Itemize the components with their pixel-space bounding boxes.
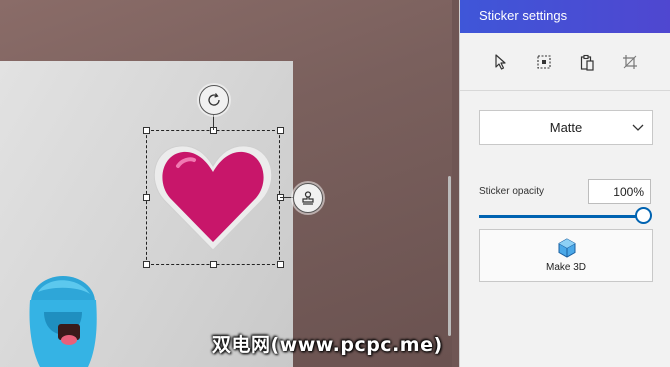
rotate-icon	[208, 93, 220, 106]
select-tool-button[interactable]	[491, 52, 511, 72]
blue-figure-model[interactable]	[18, 272, 108, 367]
stamp-connector	[280, 197, 293, 198]
stamp-button[interactable]	[293, 183, 323, 213]
clipboard-icon	[580, 54, 594, 71]
resize-handle-left[interactable]	[143, 194, 150, 201]
sticker-settings-panel: Sticker settings Matte Sticker opacity 1…	[459, 0, 670, 367]
resize-handle-top-left[interactable]	[143, 127, 150, 134]
opacity-input[interactable]: 100%	[588, 179, 651, 204]
opacity-slider-thumb[interactable]	[635, 207, 652, 224]
resize-handle-bottom-right[interactable]	[277, 261, 284, 268]
paste-tool-button[interactable]	[577, 52, 597, 72]
rotate-connector	[213, 113, 214, 130]
resize-handle-top-right[interactable]	[277, 127, 284, 134]
cursor-icon	[495, 54, 506, 70]
make-3d-button[interactable]: Make 3D	[479, 229, 653, 282]
canvas-area[interactable]: 双电网(www.pcpc.me)	[0, 0, 452, 367]
resize-handle-bottom-left[interactable]	[143, 261, 150, 268]
watermark-text: 双电网(www.pcpc.me)	[212, 334, 443, 356]
stamp-icon	[302, 191, 314, 205]
select-box-icon	[537, 55, 551, 69]
rotate-button[interactable]	[199, 85, 229, 115]
opacity-slider-fill	[479, 215, 643, 218]
crop-tool-button[interactable]	[620, 52, 640, 72]
finish-selected-value: Matte	[549, 120, 583, 135]
select-box-tool-button[interactable]	[534, 52, 554, 72]
cube-icon	[558, 238, 576, 258]
opacity-label: Sticker opacity	[479, 186, 545, 197]
chevron-down-icon	[632, 124, 644, 131]
tool-row	[460, 33, 670, 91]
selection-box[interactable]	[146, 130, 280, 265]
finish-dropdown[interactable]: Matte	[479, 110, 653, 145]
panel-title: Sticker settings	[460, 0, 670, 33]
crop-icon	[623, 55, 637, 69]
make-3d-label: Make 3D	[545, 262, 586, 273]
resize-handle-bottom[interactable]	[210, 261, 217, 268]
vertical-scrollbar[interactable]	[448, 176, 451, 336]
